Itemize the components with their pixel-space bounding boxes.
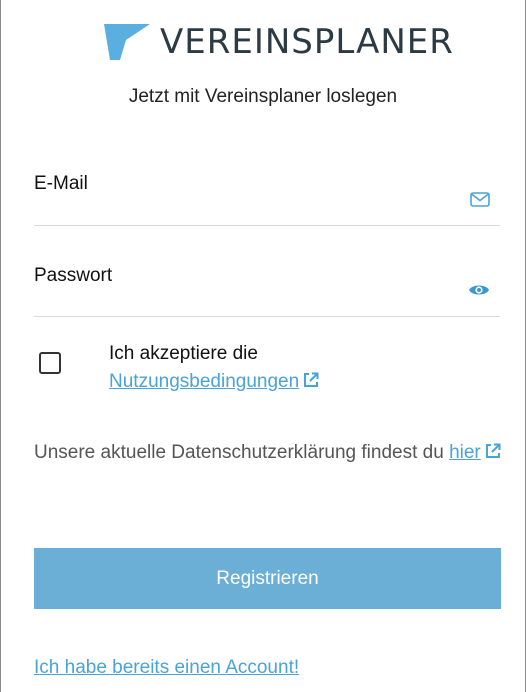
tagline: Jetzt mit Vereinsplaner loslegen: [128, 86, 398, 107]
privacy-text: Unsere aktuelle Datenschutzerklärung fin…: [34, 442, 444, 463]
terms-checkbox[interactable]: [39, 352, 61, 374]
external-link-icon: [485, 439, 501, 468]
email-underline: [34, 225, 500, 226]
email-label: E-Mail: [34, 173, 88, 194]
envelope-icon: [470, 192, 490, 212]
privacy-notice: Unsere aktuelle Datenschutzerklärung fin…: [34, 438, 504, 468]
existing-account-link[interactable]: Ich habe bereits einen Account!: [34, 657, 299, 679]
password-label: Passwort: [34, 265, 113, 286]
register-button[interactable]: Registrieren: [34, 548, 501, 609]
brand-name: VEREINSPLANER: [160, 22, 454, 62]
flag-logo-icon: [104, 24, 150, 60]
password-field[interactable]: Passwort: [34, 265, 500, 317]
terms-link[interactable]: Nutzungsbedingungen: [109, 371, 299, 392]
brand-logo: VEREINSPLANER: [104, 22, 454, 62]
terms-text: Ich akzeptiere die Nutzungsbedingungen: [109, 340, 319, 397]
privacy-link[interactable]: hier: [449, 442, 481, 463]
terms-label: Ich akzeptiere die: [109, 343, 258, 364]
email-field[interactable]: E-Mail: [34, 173, 500, 226]
external-link-icon: [303, 369, 319, 397]
password-underline: [34, 316, 500, 317]
eye-icon[interactable]: [468, 282, 490, 303]
